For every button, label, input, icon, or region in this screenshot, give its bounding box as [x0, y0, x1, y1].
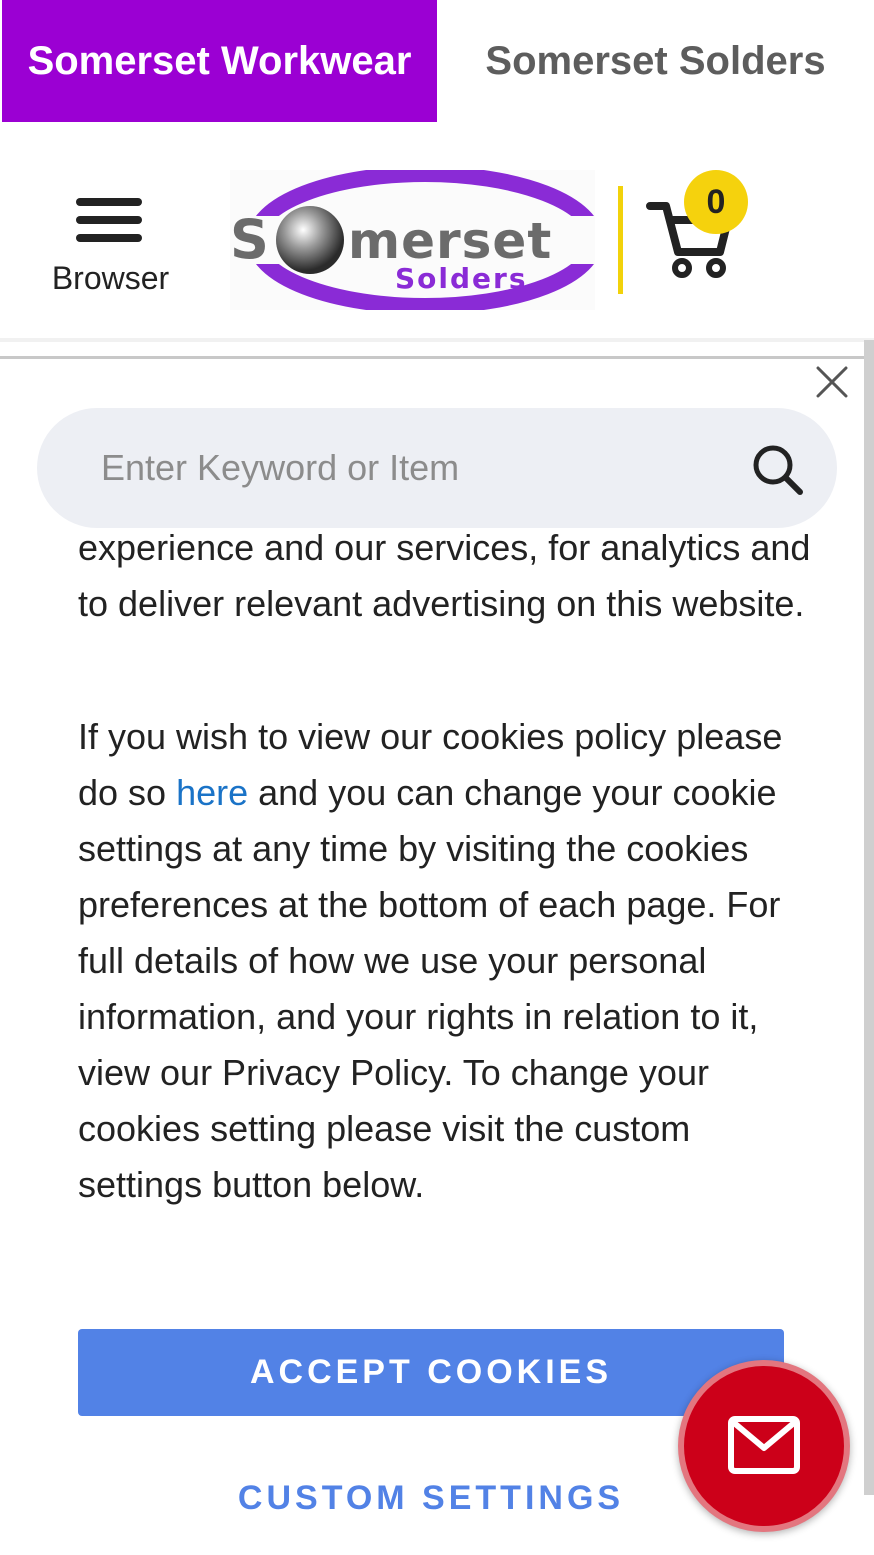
svg-text:Solders: Solders [395, 262, 528, 295]
cart-count-badge: 0 [684, 170, 748, 234]
browser-menu-button[interactable]: Browser [38, 192, 183, 302]
accept-cookies-button[interactable]: ACCEPT COOKIES [78, 1329, 784, 1416]
custom-settings-button[interactable]: CUSTOM SETTINGS [78, 1468, 784, 1528]
header-separator [0, 338, 874, 342]
search-input[interactable] [101, 438, 721, 498]
tab-somerset-workwear[interactable]: Somerset Workwear [2, 0, 437, 122]
cookies-policy-link[interactable]: here [176, 772, 248, 813]
hamburger-icon-bar [76, 216, 142, 224]
site-tabs: Somerset Workwear Somerset Solders [0, 0, 874, 122]
site-header: Browser S merset Solders [0, 122, 874, 338]
browser-menu-label: Browser [51, 260, 170, 296]
hamburger-icon-bar [76, 234, 142, 242]
header-border [0, 356, 864, 359]
close-icon[interactable] [812, 362, 852, 402]
cookie-text-policy-rest: and you can change your cookie settings … [78, 772, 781, 1205]
search-bar [37, 408, 837, 528]
svg-text:S: S [230, 208, 270, 271]
mail-icon [728, 1416, 800, 1474]
scrollbar[interactable] [864, 340, 874, 1495]
tab-somerset-solders[interactable]: Somerset Solders [437, 0, 874, 122]
somerset-solders-logo[interactable]: S merset Solders [230, 170, 595, 310]
cookie-text-policy: If you wish to view our cookies policy p… [78, 709, 818, 1213]
hamburger-icon [76, 198, 142, 206]
header-divider [618, 186, 623, 294]
contact-mail-button[interactable] [678, 1360, 850, 1532]
search-icon[interactable] [748, 440, 808, 500]
cookie-text-intro: experience and our services, for analyti… [78, 527, 811, 624]
